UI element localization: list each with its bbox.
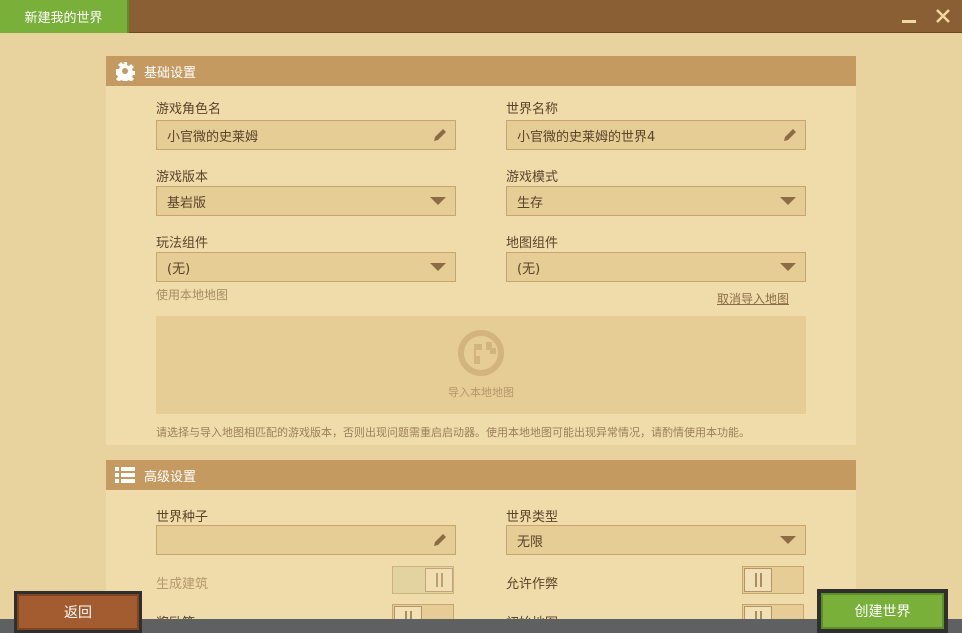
pencil-icon[interactable] — [781, 126, 799, 144]
create-world-button-label: 创建世界 — [821, 593, 944, 629]
chevron-down-icon — [430, 197, 446, 205]
list-icon — [115, 465, 135, 485]
basic-settings-panel: 基础设置 游戏角色名 小官微的史莱姆 世界名称 小官微的史莱姆的世界4 游戏版本… — [106, 56, 856, 445]
seed-label: 世界种子 — [156, 510, 209, 525]
minimize-icon — [902, 19, 916, 23]
world-type-value: 无限 — [517, 534, 544, 550]
create-world-button[interactable]: 创建世界 — [817, 589, 948, 633]
chevron-down-icon — [430, 263, 446, 271]
use-local-map-label: 使用本地地图 — [156, 288, 229, 302]
gameplay-select[interactable]: (无) — [156, 252, 456, 282]
gear-icon — [115, 61, 135, 81]
map-component-value: (无) — [517, 261, 541, 277]
world-name-field[interactable]: 小官微的史莱姆的世界4 — [506, 120, 806, 150]
import-note: 请选择与导入地图相匹配的游戏版本，否则出现问题需重启启动器。使用本地地图可能出现… — [156, 426, 750, 439]
cancel-import-link[interactable]: 取消导入地图 — [717, 290, 789, 307]
mode-select[interactable]: 生存 — [506, 186, 806, 216]
map-component-select[interactable]: (无) — [506, 252, 806, 282]
globe-icon — [458, 330, 504, 376]
close-button[interactable] — [933, 6, 953, 26]
window-title: 新建我的世界 — [0, 0, 129, 33]
map-component-label: 地图组件 — [506, 236, 559, 251]
version-label: 游戏版本 — [156, 170, 209, 185]
gen-structures-label: 生成建筑 — [156, 577, 209, 592]
basic-settings-header: 基础设置 — [106, 56, 856, 86]
import-local-map-text: 导入本地地图 — [448, 386, 514, 399]
mode-value: 生存 — [517, 195, 544, 211]
advanced-settings-title: 高级设置 — [144, 469, 197, 485]
chevron-down-icon — [780, 263, 796, 271]
world-name-label: 世界名称 — [506, 102, 559, 117]
gameplay-value: (无) — [167, 261, 191, 277]
back-button-label: 返回 — [17, 594, 139, 630]
world-type-select[interactable]: 无限 — [506, 525, 806, 555]
toggle-knob — [744, 568, 772, 592]
gen-structures-toggle[interactable] — [392, 566, 454, 594]
chevron-down-icon — [780, 197, 796, 205]
pencil-icon[interactable] — [431, 531, 449, 549]
toggle-knob — [425, 568, 453, 592]
cheats-toggle[interactable] — [742, 566, 804, 594]
world-type-label: 世界类型 — [506, 510, 559, 525]
gameplay-label: 玩法组件 — [156, 236, 209, 251]
mode-label: 游戏模式 — [506, 170, 559, 185]
version-value: 基岩版 — [167, 195, 207, 211]
back-button[interactable]: 返回 — [14, 591, 142, 633]
advanced-settings-panel: 高级设置 世界种子 世界类型 无限 生成建筑 允许作弊 奖励箱 初始地图 — [106, 460, 856, 633]
role-name-field[interactable]: 小官微的史莱姆 — [156, 120, 456, 150]
basic-settings-title: 基础设置 — [144, 65, 197, 81]
import-local-map-area[interactable]: 导入本地地图 — [156, 316, 806, 414]
version-select[interactable]: 基岩版 — [156, 186, 456, 216]
pencil-icon[interactable] — [431, 126, 449, 144]
close-icon — [936, 9, 950, 23]
advanced-settings-header: 高级设置 — [106, 460, 856, 490]
title-bar: 新建我的世界 — [0, 0, 962, 33]
minimize-button[interactable] — [899, 6, 919, 26]
seed-input[interactable] — [156, 525, 456, 555]
world-name-value: 小官微的史莱姆的世界4 — [517, 129, 656, 145]
cheats-label: 允许作弊 — [506, 577, 559, 592]
chevron-down-icon — [780, 536, 796, 544]
role-name-value: 小官微的史莱姆 — [167, 129, 259, 145]
role-name-label: 游戏角色名 — [156, 102, 222, 117]
